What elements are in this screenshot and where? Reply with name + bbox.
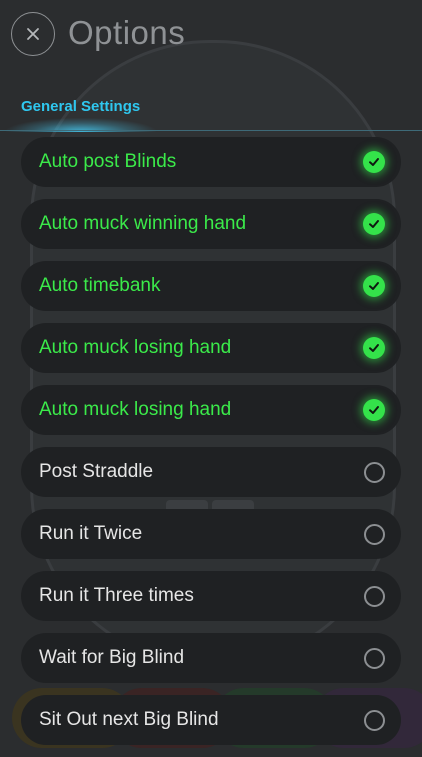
option-row[interactable]: Wait for Big Blind <box>21 633 401 683</box>
option-label: Auto timebank <box>39 275 161 296</box>
checkmark-icon[interactable] <box>363 399 385 421</box>
unchecked-circle-icon[interactable] <box>364 585 385 607</box>
checkmark-icon[interactable] <box>363 151 385 173</box>
option-row[interactable]: Auto muck losing hand <box>21 323 401 373</box>
option-row[interactable]: Auto muck losing hand <box>21 385 401 435</box>
unchecked-circle-icon[interactable] <box>364 523 385 545</box>
option-label: Run it Three times <box>39 585 194 606</box>
option-row[interactable]: Auto muck winning hand <box>21 199 401 249</box>
option-row[interactable]: Post Straddle <box>21 447 401 497</box>
unchecked-circle-icon[interactable] <box>364 647 385 669</box>
checkmark-icon[interactable] <box>363 337 385 359</box>
tab-general-settings[interactable]: General Settings <box>21 98 140 115</box>
tab-divider <box>0 130 422 131</box>
option-row[interactable]: Auto post Blinds <box>21 137 401 187</box>
option-row[interactable]: Auto timebank <box>21 261 401 311</box>
option-row[interactable]: Run it Twice <box>21 509 401 559</box>
option-label: Auto post Blinds <box>39 151 177 172</box>
page-title: Options <box>68 14 186 51</box>
unchecked-circle-icon[interactable] <box>364 709 385 731</box>
checkmark-icon[interactable] <box>363 213 385 235</box>
option-label: Sit Out next Big Blind <box>39 709 219 730</box>
options-list: Auto post Blinds Auto muck winning hand Au… <box>21 137 401 757</box>
unchecked-circle-icon[interactable] <box>364 461 385 483</box>
option-label: Auto muck losing hand <box>39 337 232 358</box>
option-row[interactable]: Sit Out next Big Blind <box>21 695 401 745</box>
option-label: Wait for Big Blind <box>39 647 185 668</box>
option-row[interactable]: Run it Three times <box>21 571 401 621</box>
close-button[interactable] <box>11 12 55 56</box>
close-icon <box>27 28 39 40</box>
option-label: Auto muck losing hand <box>39 399 232 420</box>
option-label: Run it Twice <box>39 523 143 544</box>
checkmark-icon[interactable] <box>363 275 385 297</box>
option-label: Post Straddle <box>39 461 154 482</box>
option-label: Auto muck winning hand <box>39 213 247 234</box>
